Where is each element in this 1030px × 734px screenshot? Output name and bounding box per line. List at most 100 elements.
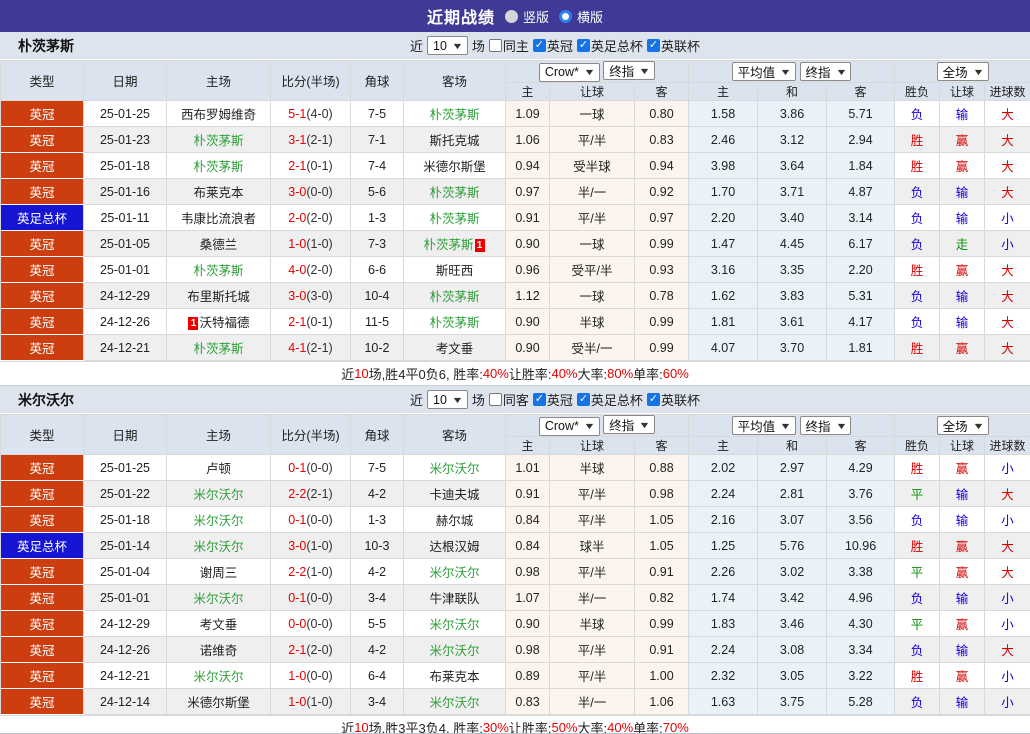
team-label: 米尔沃尔 xyxy=(429,566,480,580)
layout-horizontal-option[interactable]: 横版 xyxy=(559,7,603,26)
checkbox-checked-icon[interactable] xyxy=(532,393,546,406)
checkbox-checked-icon[interactable] xyxy=(576,39,590,52)
col-type: 类型 xyxy=(0,60,84,101)
checkbox-checked-icon[interactable] xyxy=(532,39,546,52)
score: 3-0(3-0) xyxy=(270,282,351,309)
match-row: 英足总杯 25-01-14 米尔沃尔 3-0(1-0) 10-3 达根汉姆 0.84 球半 1.… xyxy=(0,532,1030,559)
team-label: 布莱克本 xyxy=(429,670,480,684)
same-venue-checkbox[interactable]: 同主 xyxy=(488,36,529,55)
team-label: 韦康比流浪者 xyxy=(180,212,256,226)
games-label: 场 xyxy=(471,39,485,54)
avg-away-odds: 3.76 xyxy=(826,480,896,507)
handicap-result-flag: 输 xyxy=(939,282,986,309)
fullmatch-select[interactable]: 全场 ▼ xyxy=(936,416,989,435)
goals-result-flag: 小 xyxy=(984,662,1030,689)
fullmatch-select[interactable]: 全场 ▼ xyxy=(936,62,989,81)
handicap-result-flag: 赢 xyxy=(939,610,986,637)
avg-away-odds: 4.17 xyxy=(826,308,896,335)
avg-draw-odds: 4.45 xyxy=(757,230,828,257)
book-away-odds: 0.97 xyxy=(633,204,690,231)
average-select[interactable]: 平均值 ▼ xyxy=(731,416,797,435)
layout-vertical-option[interactable]: 竖版 xyxy=(504,7,549,26)
team-label: 斯托克城 xyxy=(429,134,480,148)
avg-draw-odds: 3.05 xyxy=(757,662,828,689)
league-facup-checkbox[interactable]: 英足总杯 xyxy=(576,36,643,55)
book-away-odds: 0.99 xyxy=(633,334,690,361)
section-header: 朴茨茅斯 近 10 ▼ 场 同主 英冠 英足总杯 xyxy=(0,32,1030,60)
avg-away-odds: 5.28 xyxy=(826,688,896,715)
avg-away-odds: 4.30 xyxy=(826,610,896,637)
handicap-result-flag: 赢 xyxy=(939,662,986,689)
team-label: 沃特福德 xyxy=(199,316,250,330)
league-championship-checkbox[interactable]: 英冠 xyxy=(532,36,573,55)
avg-home-odds: 2.24 xyxy=(688,480,759,507)
average-select[interactable]: 平均值 ▼ xyxy=(731,62,797,81)
checkbox-checked-icon[interactable] xyxy=(646,39,660,52)
avg-home-odds: 1.58 xyxy=(688,100,759,127)
section-header: 米尔沃尔 近 10 ▼ 场 同客 英冠 英足总杯 xyxy=(0,386,1030,414)
match-count-select[interactable]: 10 ▼ xyxy=(427,390,468,409)
col-avg-home: 主 xyxy=(688,82,759,101)
radio-unselected-icon[interactable] xyxy=(504,9,518,23)
league-facup-checkbox[interactable]: 英足总杯 xyxy=(576,390,643,409)
goals-result-flag: 小 xyxy=(984,506,1030,533)
avg-home-odds: 1.63 xyxy=(688,688,759,715)
odds-stage-select[interactable]: 终指 ▼ xyxy=(603,61,656,81)
goals-result-flag: 大 xyxy=(984,152,1030,179)
league-badge: 英冠 xyxy=(0,282,84,309)
near-label: 近 xyxy=(410,393,424,408)
avg-away-odds: 1.81 xyxy=(826,334,896,361)
match-date: 25-01-16 xyxy=(83,178,167,205)
away-team: 米尔沃尔 xyxy=(403,610,506,637)
checkbox-checked-icon[interactable] xyxy=(576,393,590,406)
average-stage-select[interactable]: 终指 ▼ xyxy=(799,416,852,435)
col-handicap-result: 让球 xyxy=(939,436,986,455)
score: 4-1(2-1) xyxy=(270,334,351,361)
average-stage-select[interactable]: 终指 ▼ xyxy=(799,62,852,81)
avg-draw-odds: 3.42 xyxy=(757,584,828,611)
league-eflcup-checkbox[interactable]: 英联杯 xyxy=(646,36,700,55)
summary-text: 80% xyxy=(607,366,634,381)
bookmaker-select[interactable]: Crow* ▼ xyxy=(538,416,600,436)
corner-score: 1-3 xyxy=(350,204,404,231)
chevron-down-icon: ▼ xyxy=(583,67,596,78)
away-team: 卡迪夫城 xyxy=(403,480,506,507)
home-team: 考文垂 xyxy=(166,610,271,637)
match-date: 25-01-25 xyxy=(83,100,167,127)
avg-home-odds: 4.07 xyxy=(688,334,759,361)
handicap-line: 平/半 xyxy=(549,636,635,663)
checkbox-unchecked-icon[interactable] xyxy=(488,39,502,52)
result-flag: 平 xyxy=(894,480,941,507)
odds-stage-select[interactable]: 终指 ▼ xyxy=(603,415,656,435)
book-away-odds: 0.88 xyxy=(633,454,690,481)
score: 2-2(1-0) xyxy=(270,558,351,585)
league-badge: 英冠 xyxy=(0,558,84,585)
book-away-odds: 1.00 xyxy=(633,662,690,689)
home-team: 1 沃特福德 xyxy=(166,308,271,335)
result-flag: 平 xyxy=(894,558,941,585)
handicap-line: 平/半 xyxy=(549,126,635,153)
handicap-result-flag: 输 xyxy=(939,584,986,611)
book-home-odds: 1.06 xyxy=(505,126,550,153)
corner-score: 6-6 xyxy=(350,256,404,283)
league-eflcup-checkbox[interactable]: 英联杯 xyxy=(646,390,700,409)
avg-away-odds: 2.20 xyxy=(826,256,896,283)
handicap-result-flag: 输 xyxy=(939,204,986,231)
book-home-odds: 0.90 xyxy=(505,610,550,637)
team-label: 朴茨茅斯 xyxy=(429,186,480,200)
league-championship-checkbox[interactable]: 英冠 xyxy=(532,390,573,409)
book-away-odds: 0.93 xyxy=(633,256,690,283)
score: 5-1(4-0) xyxy=(270,100,351,127)
radio-selected-icon[interactable] xyxy=(559,9,572,23)
checkbox-unchecked-icon[interactable] xyxy=(488,393,502,406)
book-home-odds: 0.91 xyxy=(505,480,550,507)
bookmaker-select[interactable]: Crow* ▼ xyxy=(538,62,600,82)
same-venue-checkbox[interactable]: 同客 xyxy=(488,390,529,409)
away-team: 朴茨茅斯 xyxy=(403,100,506,127)
book-away-odds: 1.06 xyxy=(633,688,690,715)
avg-draw-odds: 3.07 xyxy=(757,506,828,533)
avg-home-odds: 2.20 xyxy=(688,204,759,231)
match-count-select[interactable]: 10 ▼ xyxy=(427,36,468,55)
score: 3-1(2-1) xyxy=(270,126,351,153)
checkbox-checked-icon[interactable] xyxy=(646,393,660,406)
